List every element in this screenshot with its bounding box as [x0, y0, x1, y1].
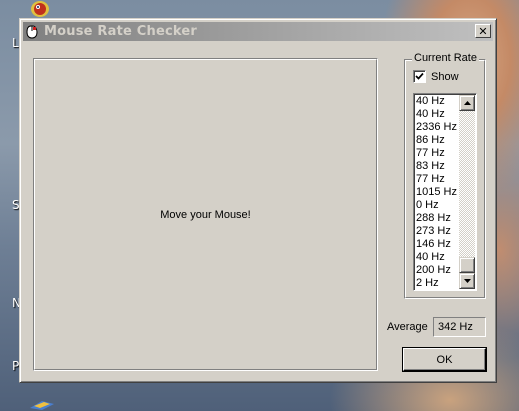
rate-list: 40 Hz 40 Hz 2336 Hz 86 Hz 77 Hz 83 Hz 77 Hz 101…: [416, 95, 460, 290]
mouse-app-icon: [25, 24, 41, 40]
title-bar[interactable]: Mouse Rate Checker ✕: [23, 22, 493, 41]
rate-list-item[interactable]: 83 Hz: [416, 160, 460, 173]
rate-list-item[interactable]: 40 Hz: [416, 95, 460, 108]
close-icon: ✕: [478, 24, 488, 38]
show-checkbox[interactable]: [413, 70, 426, 83]
rate-list-item[interactable]: 40 Hz: [416, 251, 460, 264]
current-rate-label: Current Rate: [412, 52, 479, 64]
rate-list-item[interactable]: 77 Hz: [416, 173, 460, 186]
mouse-rate-checker-window: Mouse Rate Checker ✕ Move your Mouse! Cu…: [19, 18, 497, 383]
average-value-field: 342 Hz: [433, 317, 486, 337]
show-checkbox-row[interactable]: Show: [413, 70, 459, 83]
rate-list-item[interactable]: 86 Hz: [416, 134, 460, 147]
checkmark-icon: [415, 72, 424, 80]
list-scrollbar[interactable]: [459, 95, 475, 289]
rate-list-item[interactable]: 1015 Hz: [416, 186, 460, 199]
close-button[interactable]: ✕: [475, 24, 491, 38]
rate-list-item[interactable]: 77 Hz: [416, 147, 460, 160]
rate-list-item[interactable]: 2336 Hz: [416, 121, 460, 134]
desktop-app-icon[interactable]: [24, 0, 56, 18]
mouse-test-area[interactable]: Move your Mouse!: [33, 58, 378, 371]
rate-list-item[interactable]: 0 Hz: [416, 199, 460, 212]
arrow-down-icon: [463, 279, 471, 283]
rate-list-item[interactable]: 288 Hz: [416, 212, 460, 225]
ok-button[interactable]: OK: [403, 348, 486, 371]
average-label: Average: [387, 321, 428, 333]
rate-list-item[interactable]: 40 Hz: [416, 108, 460, 121]
rate-list-item[interactable]: 273 Hz: [416, 225, 460, 238]
window-title: Mouse Rate Checker: [44, 24, 197, 39]
rate-listbox[interactable]: 40 Hz 40 Hz 2336 Hz 86 Hz 77 Hz 83 Hz 77 Hz 101…: [413, 93, 477, 291]
rate-list-item[interactable]: 146 Hz: [416, 238, 460, 251]
show-label: Show: [431, 70, 459, 83]
current-rate-group: Current Rate Show 40 Hz 40 Hz 2336 Hz 86 Hz…: [404, 52, 486, 299]
rate-list-item[interactable]: 2 Hz: [416, 277, 460, 290]
move-mouse-prompt: Move your Mouse!: [160, 208, 251, 221]
scroll-up-button[interactable]: [459, 95, 475, 111]
desktop-shortcut-icon[interactable]: [28, 398, 56, 411]
rate-list-item[interactable]: 200 Hz: [416, 264, 460, 277]
arrow-up-icon: [463, 101, 471, 105]
desktop-icon-label[interactable]: L: [12, 36, 19, 50]
scroll-down-button[interactable]: [459, 273, 475, 289]
scroll-thumb[interactable]: [459, 257, 475, 273]
